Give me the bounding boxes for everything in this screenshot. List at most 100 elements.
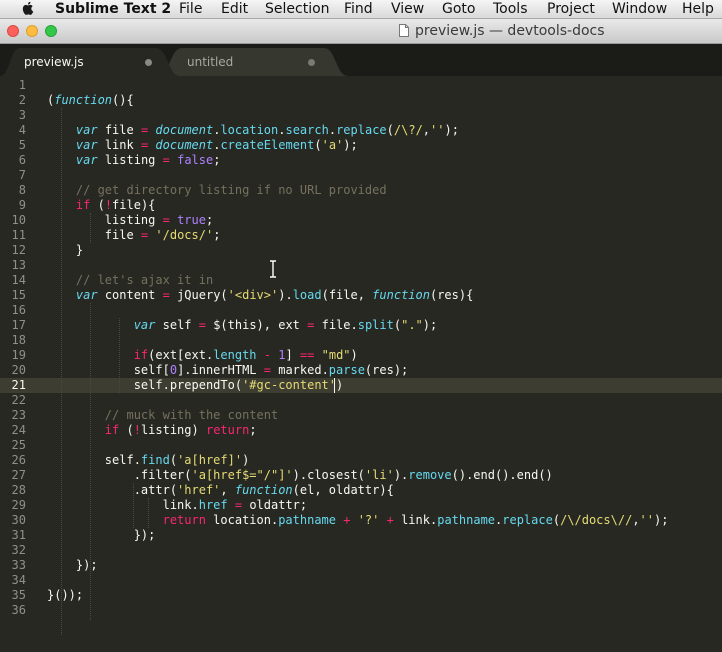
code-line[interactable]: // let's ajax it in [47, 273, 213, 288]
code-token: replace [336, 123, 387, 137]
line-number: 9 [18, 198, 26, 212]
code-token: function [372, 288, 430, 302]
code-line[interactable]: var link = document.createElement('a'); [47, 138, 358, 153]
code-line[interactable]: .filter('a[href$="/"]').closest('li').re… [47, 468, 553, 483]
menu-file[interactable]: File [179, 0, 202, 18]
menu-window[interactable]: Window [612, 0, 667, 18]
code-token: document [155, 138, 214, 152]
code-token: "md" [321, 348, 351, 362]
line-number: 14 [11, 273, 26, 287]
code-token: (el, oldattr){ [292, 483, 394, 497]
minimize-window-button[interactable] [26, 25, 38, 37]
code-token: $(this), ext [205, 318, 308, 332]
zoom-window-button[interactable] [45, 25, 57, 37]
code-token: .attr( [47, 483, 178, 497]
code-token: 'a' [321, 138, 344, 152]
code-token: var [75, 288, 98, 302]
code-token: ( [169, 453, 178, 467]
code-line[interactable]: if (!listing) return; [47, 423, 257, 438]
code-token: , [632, 513, 640, 527]
tab-untitled[interactable]: untitled [158, 48, 348, 76]
tab-close-dot[interactable] [308, 59, 315, 66]
code-token: createElement [220, 138, 315, 152]
code-token: = [162, 153, 170, 167]
close-window-button[interactable] [7, 25, 19, 37]
code-token: link [97, 138, 141, 152]
code-line[interactable]: if (!file){ [47, 198, 156, 213]
menu-find[interactable]: Find [344, 0, 373, 18]
menu-goto[interactable]: Goto [442, 0, 475, 18]
code-line[interactable]: file = '/docs/'; [47, 228, 221, 243]
code-token: == [299, 348, 315, 362]
code-line[interactable]: self[0].innerHTML = marked.parse(res); [47, 363, 409, 378]
document-icon [399, 24, 409, 37]
code-editor[interactable]: 1 2 3 4 5 6 7 8 9 10 11 12 13 14 15 16 17 18 19 20 21 22 23 24 2… [0, 76, 722, 652]
window-titlebar: preview.js — devtools-docs [0, 19, 722, 44]
tab-preview-js[interactable]: preview.js [0, 48, 180, 76]
code-token: split [357, 318, 394, 332]
code-token: , [220, 483, 235, 497]
code-token: = [162, 213, 170, 227]
menu-tools[interactable]: Tools [493, 0, 528, 18]
code-line[interactable]: .attr('href', function(el, oldattr){ [47, 483, 394, 498]
code-token: pathname [437, 513, 496, 527]
code-token: }); [47, 528, 156, 542]
code-token: link. [47, 498, 199, 512]
line-number: 11 [11, 228, 26, 242]
code-line[interactable]: (function(){ [47, 93, 134, 108]
line-number: 6 [18, 153, 26, 167]
code-token: href [198, 498, 228, 512]
code-token: ); [444, 123, 459, 137]
code-token: (){ [112, 93, 134, 107]
tab-close-dot[interactable] [145, 59, 152, 66]
code-line[interactable]: // get directory listing if no URL provi… [47, 183, 387, 198]
menu-help[interactable]: Help [682, 0, 714, 18]
code-line[interactable]: }()); [47, 588, 83, 603]
code-area[interactable]: (function(){ var file = document.locatio… [47, 76, 722, 652]
line-number: 23 [11, 408, 26, 422]
code-token: location [220, 123, 279, 137]
code-token: length [213, 348, 257, 362]
code-line[interactable]: self.find('a[href]') [47, 453, 250, 468]
code-line[interactable]: if(ext[ext.length - 1] == "md") [47, 348, 358, 363]
code-token: }); [47, 558, 98, 572]
code-token: ].innerHTML [177, 363, 264, 377]
code-line[interactable]: var file = document.location.search.repl… [47, 123, 459, 138]
code-line[interactable]: return location.pathname + '?' + link.pa… [47, 513, 669, 528]
line-number: 31 [11, 528, 26, 542]
code-line[interactable]: var content = jQuery('<div>').load(file,… [47, 288, 473, 303]
code-line[interactable]: var self = $(this), ext = file.split("."… [47, 318, 438, 333]
code-token: self. [47, 453, 141, 467]
line-number: 16 [11, 303, 26, 317]
menu-project[interactable]: Project [547, 0, 595, 18]
code-token: ! [133, 423, 141, 437]
line-number: 20 [11, 363, 26, 377]
code-token: ) [336, 378, 344, 392]
code-line[interactable]: } [47, 243, 83, 258]
code-token: ( [386, 123, 394, 137]
code-token: /\/docs\// [560, 513, 633, 527]
menu-view[interactable]: View [391, 0, 424, 18]
code-line[interactable]: // muck with the content [47, 408, 278, 423]
code-token: file){ [112, 198, 156, 212]
code-token: file [97, 123, 141, 137]
menu-selection[interactable]: Selection [265, 0, 330, 18]
code-token: false [177, 153, 214, 167]
code-token: function [234, 483, 293, 497]
code-line[interactable]: var listing = false; [47, 153, 221, 168]
apple-icon[interactable] [19, 0, 37, 17]
code-token: return [205, 423, 250, 437]
menu-edit[interactable]: Edit [221, 0, 248, 18]
line-number: 32 [11, 543, 26, 557]
code-line[interactable]: }); [47, 528, 156, 543]
code-line[interactable]: }); [47, 558, 98, 573]
code-line[interactable]: listing = true; [47, 213, 213, 228]
code-line[interactable]: self.prependTo('#gc-content') [47, 378, 344, 393]
app-menu[interactable]: Sublime Text 2 [55, 0, 171, 18]
line-number: 21 [11, 378, 26, 392]
code-line[interactable]: link.href = oldattr; [47, 498, 308, 513]
code-token: self [155, 318, 199, 332]
